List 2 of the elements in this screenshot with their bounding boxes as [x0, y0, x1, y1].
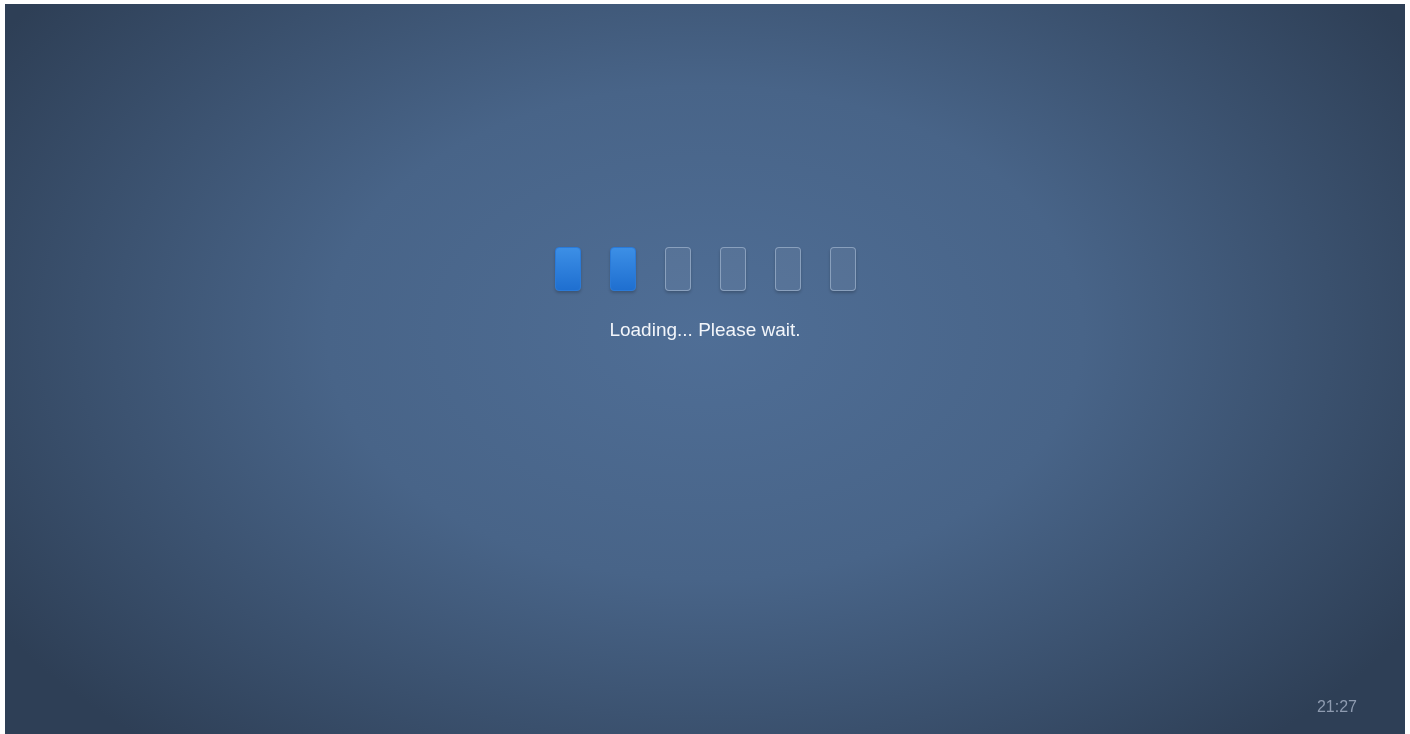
clock-time: 21:27 [1316, 698, 1357, 716]
loading-message: Loading... Please wait. [609, 319, 801, 341]
